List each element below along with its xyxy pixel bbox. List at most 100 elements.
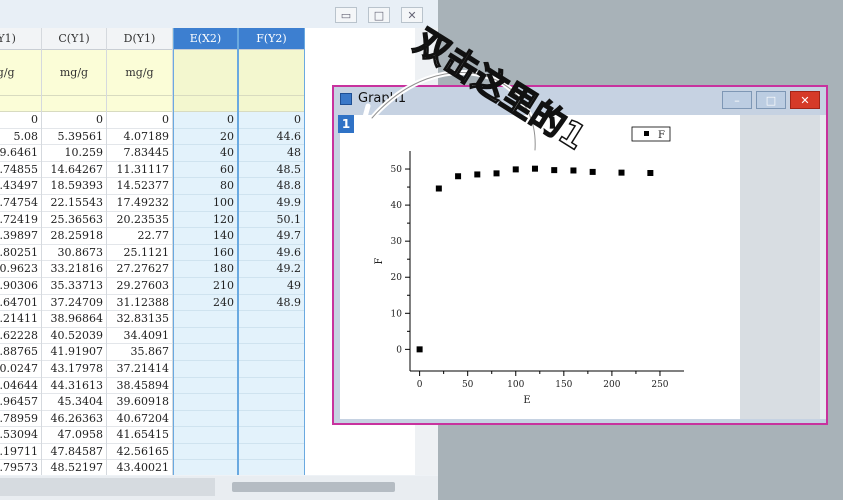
- table-cell[interactable]: 30.9623: [0, 261, 41, 278]
- units-cell[interactable]: mg/g: [107, 50, 172, 96]
- table-cell[interactable]: 44.19711: [0, 444, 41, 461]
- column-header[interactable]: D(Y1): [107, 28, 172, 50]
- worksheet-minimize-button[interactable]: ▭: [335, 7, 357, 23]
- table-cell[interactable]: 35.867: [107, 344, 172, 361]
- table-cell[interactable]: 17.49232: [107, 195, 172, 212]
- table-cell[interactable]: 180: [174, 261, 237, 278]
- table-cell[interactable]: 41.65415: [107, 427, 172, 444]
- column-header[interactable]: C(Y1): [42, 28, 106, 50]
- table-cell[interactable]: 37.62228: [0, 328, 41, 345]
- worksheet-close-button[interactable]: ✕: [401, 7, 423, 23]
- table-cell[interactable]: 40.0247: [0, 361, 41, 378]
- table-cell[interactable]: 30.8673: [42, 245, 106, 262]
- table-cell[interactable]: 7.83445: [107, 145, 172, 162]
- table-cell[interactable]: 4.07189: [107, 129, 172, 146]
- table-cell[interactable]: 41.04644: [0, 378, 41, 395]
- table-cell[interactable]: 38.96864: [42, 311, 106, 328]
- empty-cell[interactable]: [174, 444, 237, 461]
- table-cell[interactable]: 0: [174, 112, 237, 129]
- table-cell[interactable]: 27.27627: [107, 261, 172, 278]
- empty-cell[interactable]: [239, 411, 304, 428]
- table-cell[interactable]: 13.74855: [0, 162, 41, 179]
- empty-cell[interactable]: [174, 344, 237, 361]
- table-cell[interactable]: 40.67204: [107, 411, 172, 428]
- graph-minimize-button[interactable]: –: [722, 91, 752, 109]
- table-cell[interactable]: 49.9: [239, 195, 304, 212]
- units-cell[interactable]: mg/g: [0, 50, 41, 96]
- table-cell[interactable]: 48: [239, 145, 304, 162]
- table-cell[interactable]: 0: [239, 112, 304, 129]
- table-cell[interactable]: 42.56165: [107, 444, 172, 461]
- table-cell[interactable]: 48.5: [239, 162, 304, 179]
- table-cell[interactable]: 160: [174, 245, 237, 262]
- table-cell[interactable]: 43.40021: [107, 460, 172, 475]
- worksheet-horizontal-scrollbar[interactable]: [0, 476, 438, 500]
- table-cell[interactable]: 120: [174, 212, 237, 229]
- empty-cell[interactable]: [174, 328, 237, 345]
- graph-titlebar[interactable]: Graph1 – □ ✕: [334, 87, 826, 111]
- table-cell[interactable]: 20.23535: [107, 212, 172, 229]
- table-cell[interactable]: 20: [174, 129, 237, 146]
- graph-window[interactable]: Graph1 – □ ✕ 0 50 100 150 200 250 0 10 20 30 40 50 E…: [332, 85, 828, 425]
- column-header[interactable]: E(X2): [174, 28, 237, 50]
- table-cell[interactable]: 46.26363: [42, 411, 106, 428]
- table-cell[interactable]: 28.80251: [0, 245, 41, 262]
- graph-close-button[interactable]: ✕: [790, 91, 820, 109]
- table-cell[interactable]: 10.259: [42, 145, 106, 162]
- table-cell[interactable]: 240: [174, 295, 237, 312]
- graph-vertical-scrollbar[interactable]: [820, 115, 826, 419]
- table-cell[interactable]: 41.91907: [42, 344, 106, 361]
- empty-cell[interactable]: [239, 394, 304, 411]
- scrollbar-thumb[interactable]: [232, 482, 395, 492]
- empty-cell[interactable]: [239, 328, 304, 345]
- empty-cell[interactable]: [174, 361, 237, 378]
- table-cell[interactable]: 36.21411: [0, 311, 41, 328]
- table-cell[interactable]: 44.6: [239, 129, 304, 146]
- table-cell[interactable]: 25.1121: [107, 245, 172, 262]
- table-cell[interactable]: 48.9: [239, 295, 304, 312]
- table-cell[interactable]: 49.6: [239, 245, 304, 262]
- empty-cell[interactable]: [239, 361, 304, 378]
- table-cell[interactable]: 37.21414: [107, 361, 172, 378]
- table-cell[interactable]: 47.0958: [42, 427, 106, 444]
- table-cell[interactable]: 49.7: [239, 228, 304, 245]
- table-cell[interactable]: 43.53094: [0, 427, 41, 444]
- empty-cell[interactable]: [239, 344, 304, 361]
- sheet-tab-area[interactable]: [0, 478, 215, 496]
- table-cell[interactable]: 9.6461: [0, 145, 41, 162]
- column-0[interactable]: B(Y1)mg/g 05.089.646113.7485517.4349720.7…: [0, 28, 42, 475]
- layer-1-icon[interactable]: 1: [338, 115, 354, 133]
- empty-cell[interactable]: [239, 444, 304, 461]
- table-cell[interactable]: 5.39561: [42, 129, 106, 146]
- table-cell[interactable]: 41.96457: [0, 394, 41, 411]
- worksheet-maximize-button[interactable]: □: [368, 7, 390, 23]
- table-cell[interactable]: 35.33713: [42, 278, 106, 295]
- table-cell[interactable]: 45.3404: [42, 394, 106, 411]
- comments-cell[interactable]: [107, 96, 172, 112]
- units-cell[interactable]: [239, 50, 304, 96]
- table-cell[interactable]: 32.90306: [0, 278, 41, 295]
- table-cell[interactable]: 29.27603: [107, 278, 172, 295]
- graph-maximize-button[interactable]: □: [756, 91, 786, 109]
- table-cell[interactable]: 25.36563: [42, 212, 106, 229]
- table-cell[interactable]: 43.17978: [42, 361, 106, 378]
- table-cell[interactable]: 48.8: [239, 178, 304, 195]
- empty-cell[interactable]: [174, 311, 237, 328]
- table-cell[interactable]: 22.15543: [42, 195, 106, 212]
- table-cell[interactable]: 18.59393: [42, 178, 106, 195]
- table-cell[interactable]: 210: [174, 278, 237, 295]
- table-cell[interactable]: 28.25918: [42, 228, 106, 245]
- table-cell[interactable]: 38.45894: [107, 378, 172, 395]
- comments-cell[interactable]: [42, 96, 106, 112]
- table-cell[interactable]: 48.52197: [42, 460, 106, 475]
- empty-cell[interactable]: [239, 427, 304, 444]
- column-2[interactable]: D(Y1) mg/g 0 4.07189 7.83445 11.31117 14.52377…: [107, 28, 173, 475]
- column-header[interactable]: F(Y2): [239, 28, 304, 50]
- table-cell[interactable]: 14.64267: [42, 162, 106, 179]
- table-cell[interactable]: 33.21816: [42, 261, 106, 278]
- table-cell[interactable]: 60: [174, 162, 237, 179]
- comments-cell[interactable]: [239, 96, 304, 112]
- table-cell[interactable]: 11.31117: [107, 162, 172, 179]
- table-cell[interactable]: 44.79573: [0, 460, 41, 475]
- empty-cell[interactable]: [239, 460, 304, 475]
